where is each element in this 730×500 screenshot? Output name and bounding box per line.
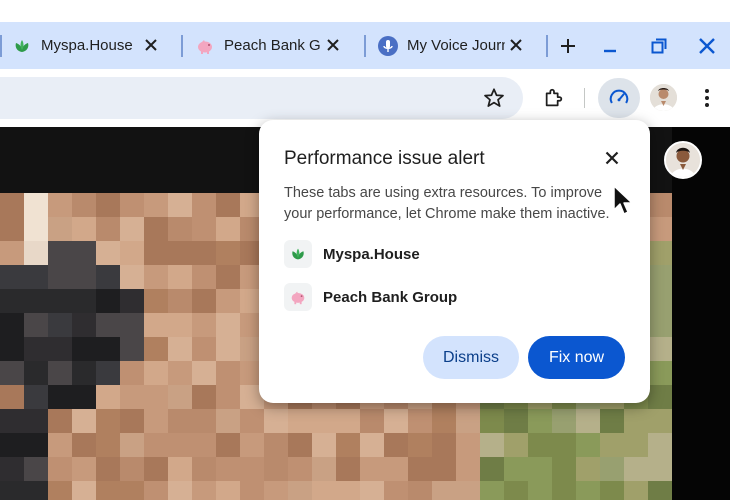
tab-title: My Voice Journ	[407, 37, 505, 54]
leaf-icon	[12, 36, 32, 56]
close-icon[interactable]	[602, 148, 622, 168]
tab-peach-bank[interactable]: Peach Bank Gr	[195, 22, 355, 69]
tab-strip: Myspa.House Peach Bank Gr My Voice Journ	[0, 22, 730, 69]
tab-separator	[364, 35, 366, 57]
list-item: Myspa.House	[284, 240, 420, 268]
address-bar[interactable]	[0, 77, 523, 119]
tab-title: Myspa.House	[41, 37, 133, 54]
microphone-icon	[378, 35, 398, 56]
piggy-bank-icon	[284, 283, 312, 311]
tab-voice-journal[interactable]: My Voice Journ	[378, 22, 538, 69]
puzzle-icon[interactable]	[542, 86, 566, 110]
close-icon[interactable]	[695, 34, 719, 58]
star-icon[interactable]	[482, 86, 506, 110]
tab-separator	[0, 35, 2, 57]
mouse-cursor-icon	[612, 184, 634, 218]
dismiss-button[interactable]: Dismiss	[423, 336, 519, 379]
plus-icon[interactable]	[556, 34, 580, 58]
tab-close-icon[interactable]	[508, 37, 524, 53]
participant-avatar[interactable]	[664, 141, 702, 179]
minimize-icon[interactable]	[598, 34, 622, 58]
list-item: Peach Bank Group	[284, 283, 457, 311]
dialog-title: Performance issue alert	[284, 148, 485, 169]
tab-title: Peach Bank Gr	[224, 37, 320, 54]
toolbar	[0, 69, 730, 127]
video-side-strip	[672, 127, 730, 500]
tab-close-icon[interactable]	[143, 37, 159, 53]
tab-close-icon[interactable]	[325, 37, 341, 53]
restore-icon[interactable]	[647, 34, 671, 58]
performance-button[interactable]	[598, 78, 640, 118]
list-item-label: Peach Bank Group	[323, 288, 458, 306]
tab-separator	[181, 35, 183, 57]
browser-window: Myspa.House Peach Bank Gr My Voice Journ	[0, 0, 730, 500]
fix-now-button[interactable]: Fix now	[528, 336, 625, 379]
tab-separator	[546, 35, 548, 57]
speedometer-icon	[607, 86, 631, 110]
profile-avatar-icon[interactable]	[650, 84, 677, 111]
tab-myspa[interactable]: Myspa.House	[12, 22, 172, 69]
toolbar-separator	[584, 88, 585, 108]
kebab-menu-icon[interactable]	[698, 85, 716, 111]
list-item-label: Myspa.House	[323, 245, 420, 263]
leaf-icon	[284, 240, 312, 268]
performance-alert-dialog: Performance issue alert These tabs are u…	[259, 120, 650, 403]
dialog-description: These tabs are using extra resources. To…	[284, 185, 610, 222]
piggy-bank-icon	[195, 36, 215, 56]
